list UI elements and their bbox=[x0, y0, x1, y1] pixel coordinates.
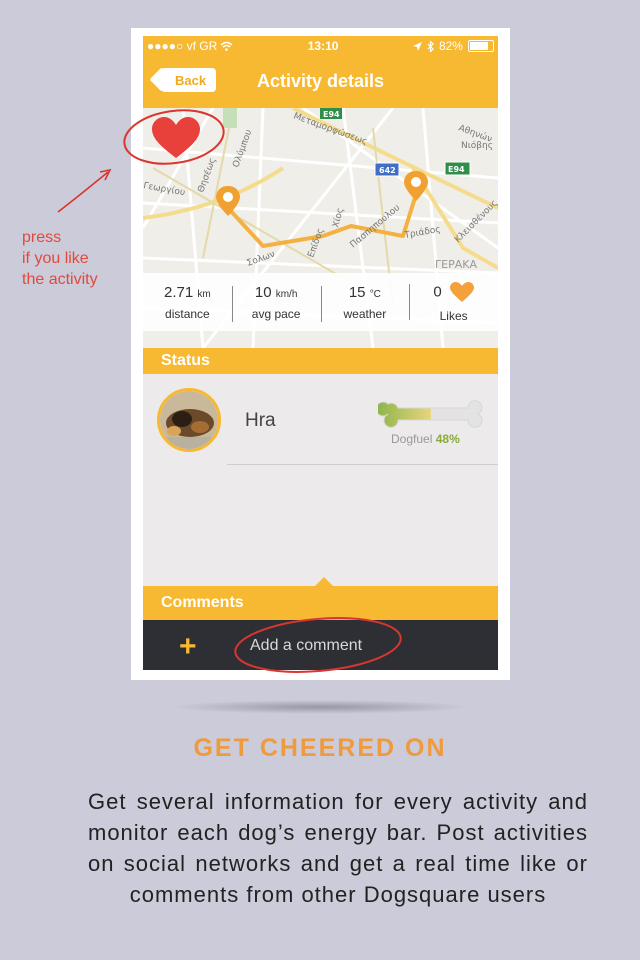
road-shield: E94 bbox=[323, 110, 340, 119]
dog-avatar[interactable] bbox=[157, 388, 221, 452]
activity-stats: 2.71 km distance 10 km/h avg pace 15 °C … bbox=[143, 273, 498, 331]
distance-stat: 2.71 km distance bbox=[143, 284, 232, 321]
comments-notch bbox=[315, 577, 333, 586]
bluetooth-icon bbox=[427, 40, 434, 52]
comment-input-bar: + Add a comment bbox=[143, 620, 498, 670]
add-comment-input[interactable]: Add a comment bbox=[250, 637, 362, 655]
app-screen: ●●●●○ vf GR 13:10 82% Back Activity deta… bbox=[143, 36, 498, 670]
page-title: Activity details bbox=[256, 71, 385, 91]
comments-section-title: Comments bbox=[161, 594, 244, 611]
annotation-arrow-icon bbox=[57, 171, 109, 213]
phone-shadow bbox=[170, 700, 470, 714]
like-heart-icon[interactable] bbox=[449, 281, 474, 303]
pace-label: avg pace bbox=[251, 306, 301, 321]
distance-unit: km bbox=[197, 288, 211, 300]
clock-text: 13:10 bbox=[307, 39, 339, 53]
weather-label: weather bbox=[343, 306, 387, 321]
likes-label: Likes bbox=[439, 308, 468, 323]
weather-unit: °C bbox=[369, 288, 381, 300]
dog-name: Hra bbox=[245, 410, 276, 431]
annotation-text: press if you like the activity bbox=[22, 229, 98, 288]
add-plus-icon[interactable]: + bbox=[179, 630, 197, 664]
battery-percent: 82% bbox=[438, 39, 463, 53]
status-section-header: Status bbox=[143, 348, 498, 374]
dogfuel-label: Dogfuel bbox=[391, 432, 433, 446]
likes-value: 0 bbox=[433, 282, 442, 300]
dog-status-row[interactable]: Hra Dogfuel 48% bbox=[143, 376, 498, 466]
wifi-icon bbox=[220, 41, 233, 51]
status-bar: ●●●●○ vf GR 13:10 82% bbox=[143, 36, 498, 56]
weather-value: 15 bbox=[348, 283, 366, 301]
comments-section-header: Comments bbox=[143, 586, 498, 620]
carrier-text: ●●●●○ vf GR bbox=[147, 39, 218, 53]
location-arrow-icon bbox=[412, 41, 422, 51]
promo-description: Get several information for every activi… bbox=[88, 789, 588, 907]
road-shield: E94 bbox=[448, 165, 465, 174]
weather-stat: 15 °C weather bbox=[320, 283, 410, 322]
distance-label: distance bbox=[165, 306, 210, 321]
navigation-bar: Back Activity details bbox=[143, 56, 498, 108]
map-label: ΓΕΡΑΚΑ bbox=[435, 258, 477, 271]
dogfuel-text: Dogfuel 48% bbox=[391, 432, 460, 446]
row-divider bbox=[227, 464, 498, 465]
distance-value: 2.71 bbox=[164, 283, 194, 301]
dogfuel-percent: 48% bbox=[435, 432, 460, 446]
pace-value: 10 bbox=[254, 283, 272, 301]
battery-icon bbox=[467, 40, 494, 52]
promo-headline: GET CHEERED ON bbox=[193, 734, 447, 762]
road-shield: 642 bbox=[379, 166, 396, 175]
dog-photo bbox=[160, 391, 218, 449]
likes-stat[interactable]: 0 Likes bbox=[409, 281, 498, 323]
map-label: Νιόβης bbox=[461, 140, 493, 151]
pace-unit: km/h bbox=[275, 288, 298, 300]
dogfuel-bone-gauge bbox=[378, 400, 483, 428]
status-section-title: Status bbox=[161, 352, 210, 369]
pace-stat: 10 km/h avg pace bbox=[231, 283, 321, 322]
